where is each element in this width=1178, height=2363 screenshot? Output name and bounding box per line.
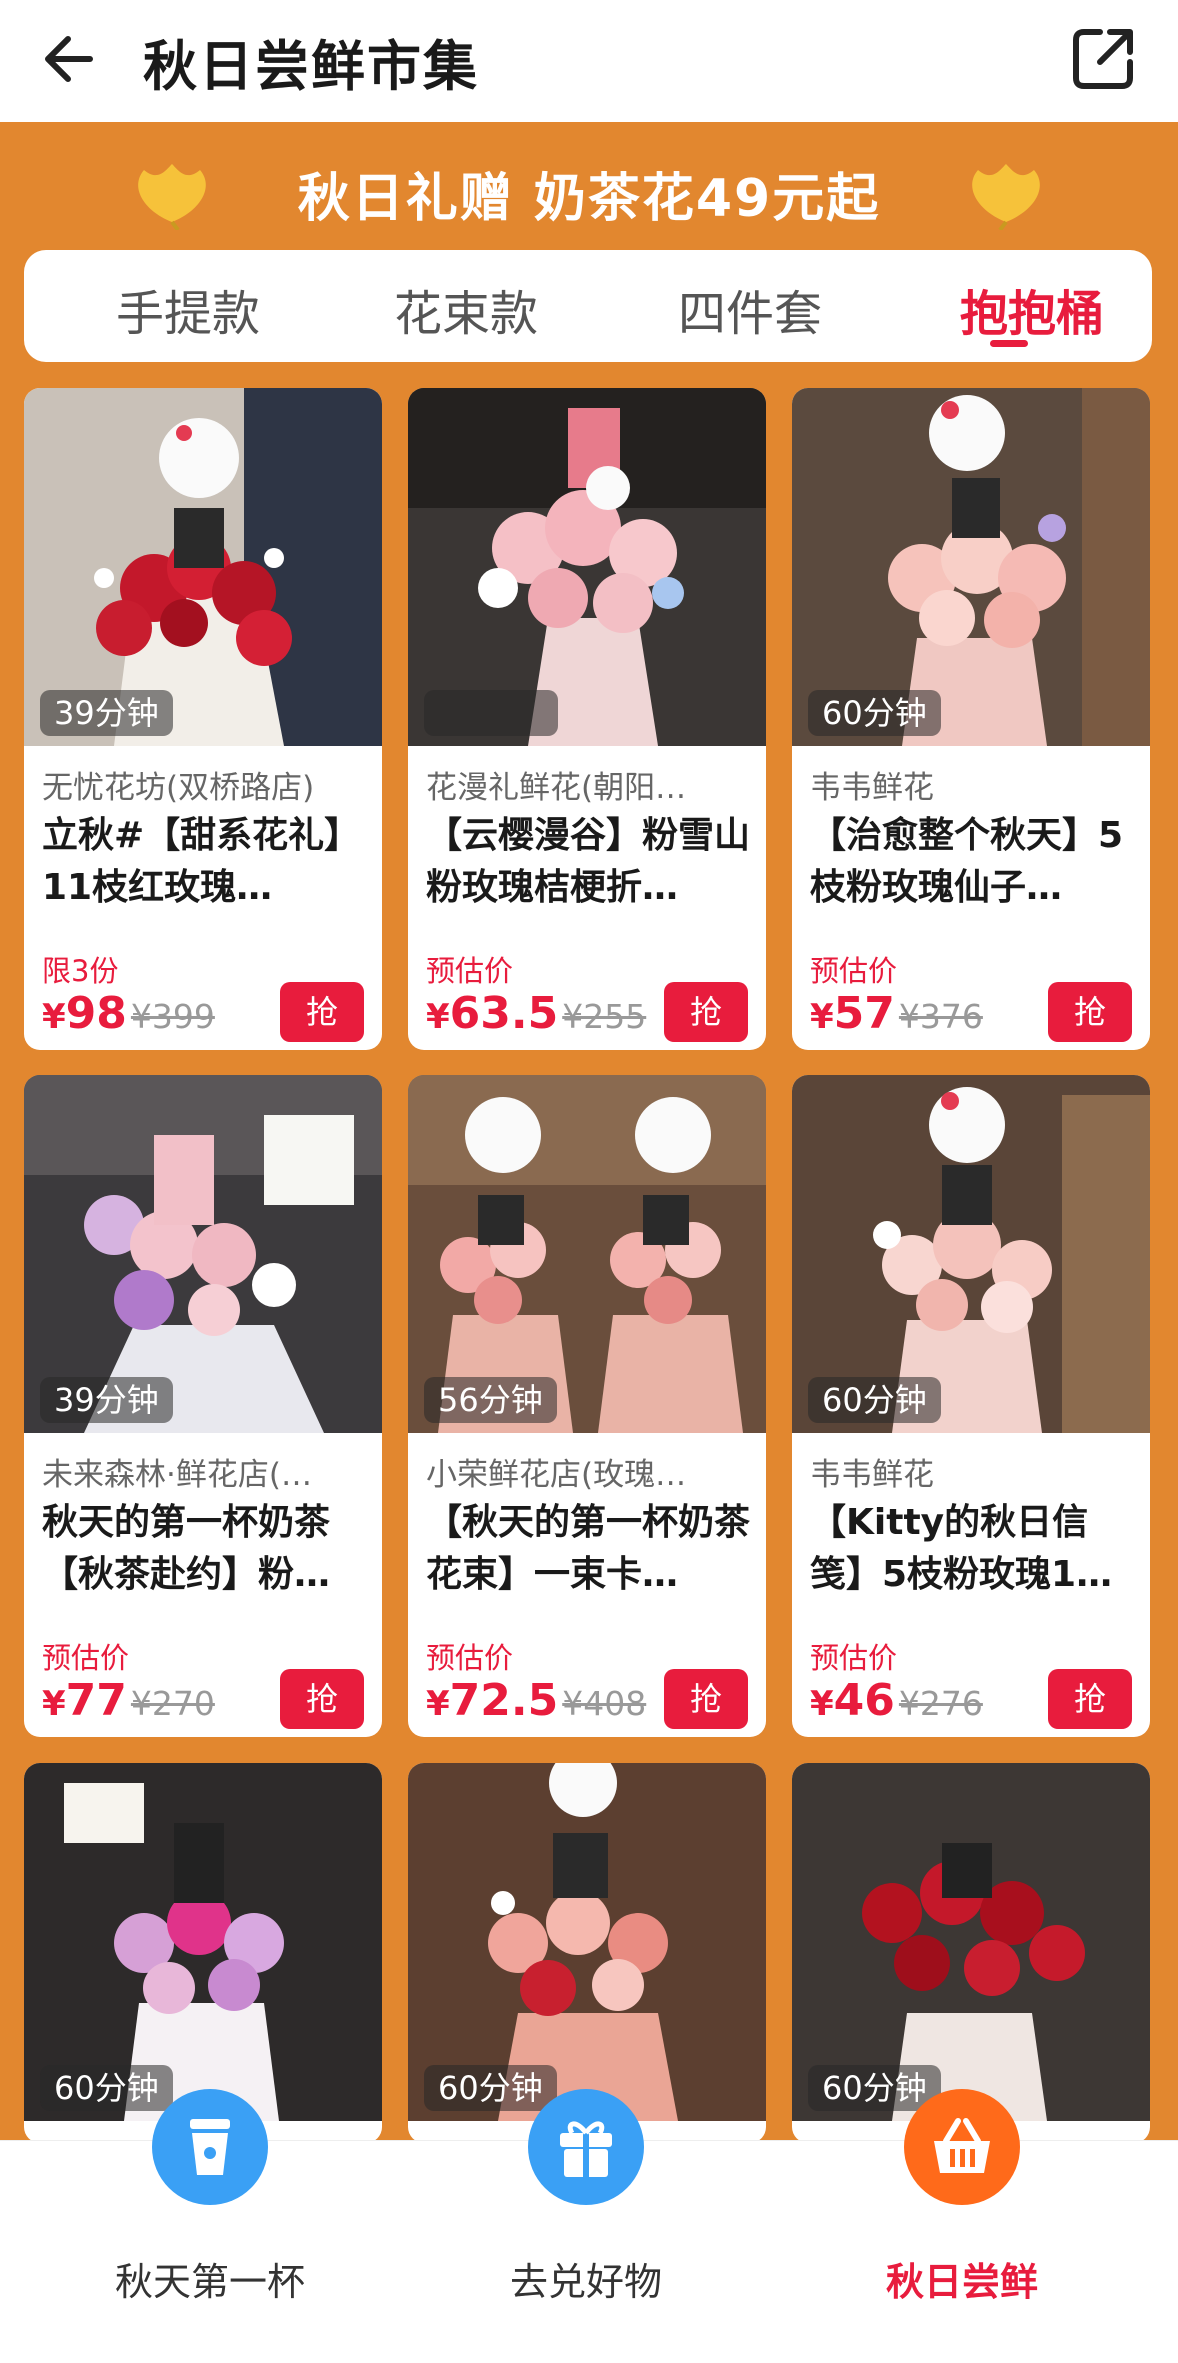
product-card[interactable]: 39分钟 无忧花坊(双桥路店) 立秋#【甜系花礼】11枝红玫瑰… 限3份 ¥98…: [24, 388, 382, 1050]
sale-price: 63.5: [449, 988, 559, 1039]
tab-four-piece-set[interactable]: 四件套: [630, 274, 870, 344]
grab-button[interactable]: 抢: [280, 982, 364, 1042]
currency-symbol: ¥: [42, 1684, 66, 1724]
shop-name: 无忧花坊(双桥路店): [42, 770, 315, 806]
banner-title: 秋日礼赠 奶茶花49元起: [297, 169, 881, 229]
sale-price: 77: [65, 1675, 127, 1726]
grab-button[interactable]: 抢: [1048, 1669, 1132, 1729]
nav-autumn-taste[interactable]: 秋日尝鲜: [812, 2089, 1112, 2363]
currency-symbol: ¥: [426, 1684, 450, 1724]
grab-button[interactable]: 抢: [280, 1669, 364, 1729]
original-price: ¥276: [898, 1684, 983, 1723]
price-label: 限3份: [42, 954, 119, 988]
share-icon[interactable]: [1066, 20, 1142, 96]
shop-name: 花漫礼鲜花(朝阳…: [426, 770, 687, 806]
price-label: 预估价: [42, 1641, 130, 1675]
grab-button[interactable]: 抢: [664, 982, 748, 1042]
product-card[interactable]: 60分钟 韦韦鲜花 【Kitty的秋日信笺】5枝粉玫瑰1… 预估价 ¥46 ¥27…: [792, 1075, 1150, 1737]
price-label: 预估价: [426, 954, 514, 988]
currency-symbol: ¥: [810, 1684, 834, 1724]
top-bar: 秋日尝鲜市集: [0, 0, 1178, 122]
product-name: 【云樱漫谷】粉雪山粉玫瑰桔梗折…: [426, 815, 751, 908]
price-label: 预估价: [426, 1641, 514, 1675]
nav-label: 秋日尝鲜: [885, 2260, 1038, 2304]
original-price: ¥376: [898, 997, 983, 1036]
delivery-time-badge: 39分钟: [40, 1377, 173, 1423]
delivery-time-badge: [424, 690, 558, 736]
grab-button[interactable]: 抢: [1048, 982, 1132, 1042]
grab-button[interactable]: 抢: [664, 1669, 748, 1729]
shop-name: 韦韦鲜花: [810, 1457, 934, 1493]
product-card[interactable]: 60分钟: [408, 1763, 766, 2143]
product-name: 立秋#【甜系花礼】11枝红玫瑰…: [42, 815, 361, 908]
currency-symbol: ¥: [810, 997, 834, 1037]
tab-hug-bucket[interactable]: 抱抱桶: [912, 274, 1152, 344]
original-price: ¥270: [130, 1684, 215, 1723]
currency-symbol: ¥: [426, 997, 450, 1037]
page-title: 秋日尝鲜市集: [143, 35, 479, 98]
delivery-time-badge: 60分钟: [808, 690, 941, 736]
sale-price: 98: [65, 988, 127, 1039]
delivery-time-badge: 39分钟: [40, 690, 173, 736]
price-row: ¥57 ¥376: [810, 988, 983, 1039]
nav-label: 去兑好物: [509, 2260, 662, 2304]
product-card[interactable]: 60分钟: [24, 1763, 382, 2143]
product-card[interactable]: 60分钟 韦韦鲜花 【治愈整个秋天】5枝粉玫瑰仙子… 预估价 ¥57 ¥376 抢: [792, 388, 1150, 1050]
price-row: ¥63.5 ¥255: [426, 988, 646, 1039]
tab-bouquet[interactable]: 花束款: [346, 274, 586, 344]
product-card[interactable]: 60分钟: [792, 1763, 1150, 2143]
shop-name: 韦韦鲜花: [810, 770, 934, 806]
nav-redeem[interactable]: 去兑好物: [436, 2089, 736, 2363]
product-name: 【秋天的第一杯奶茶花束】一束卡…: [426, 1502, 751, 1595]
back-arrow-icon[interactable]: [40, 24, 110, 94]
original-price: ¥255: [562, 997, 647, 1036]
price-row: ¥77 ¥270: [42, 1675, 215, 1726]
sale-price: 46: [833, 1675, 895, 1726]
nav-label: 秋天第一杯: [114, 2260, 305, 2304]
shop-name: 未来森林·鲜花店(…: [42, 1457, 312, 1493]
product-name: 【治愈整个秋天】5枝粉玫瑰仙子…: [810, 815, 1124, 908]
product-card[interactable]: 39分钟 未来森林·鲜花店(… 秋天的第一杯奶茶【秋茶赴约】粉… 预估价 ¥77…: [24, 1075, 382, 1737]
nav-first-cup[interactable]: 秋天第一杯: [60, 2089, 360, 2363]
bottom-nav: 秋天第一杯 去兑好物 秋日尝鲜: [0, 2089, 1178, 2363]
price-label: 预估价: [810, 954, 898, 988]
active-tab-indicator: [990, 340, 1028, 347]
product-card[interactable]: 56分钟 小荣鲜花店(玫瑰… 【秋天的第一杯奶茶花束】一束卡… 预估价 ¥72.…: [408, 1075, 766, 1737]
shop-name: 小荣鲜花店(玫瑰…: [426, 1457, 687, 1493]
price-label: 预估价: [810, 1641, 898, 1675]
category-tabs: 手提款 花束款 四件套 抱抱桶: [24, 250, 1152, 362]
price-row: ¥72.5 ¥408: [426, 1675, 646, 1726]
currency-symbol: ¥: [42, 997, 66, 1037]
original-price: ¥399: [130, 997, 215, 1036]
milk-tea-cup-icon: [152, 2089, 268, 2205]
delivery-time-badge: 56分钟: [424, 1377, 557, 1423]
original-price: ¥408: [562, 1684, 647, 1723]
tab-handheld[interactable]: 手提款: [68, 274, 308, 344]
basket-icon: [904, 2089, 1020, 2205]
product-name: 【Kitty的秋日信笺】5枝粉玫瑰1…: [810, 1502, 1113, 1595]
price-row: ¥46 ¥276: [810, 1675, 983, 1726]
delivery-time-badge: 60分钟: [808, 1377, 941, 1423]
product-name: 秋天的第一杯奶茶【秋茶赴约】粉…: [42, 1502, 331, 1595]
gift-icon: [528, 2089, 644, 2205]
sale-price: 57: [833, 988, 895, 1039]
sale-price: 72.5: [449, 1675, 559, 1726]
product-card[interactable]: 花漫礼鲜花(朝阳… 【云樱漫谷】粉雪山粉玫瑰桔梗折… 预估价 ¥63.5 ¥255…: [408, 388, 766, 1050]
price-row: ¥98 ¥399: [42, 988, 215, 1039]
